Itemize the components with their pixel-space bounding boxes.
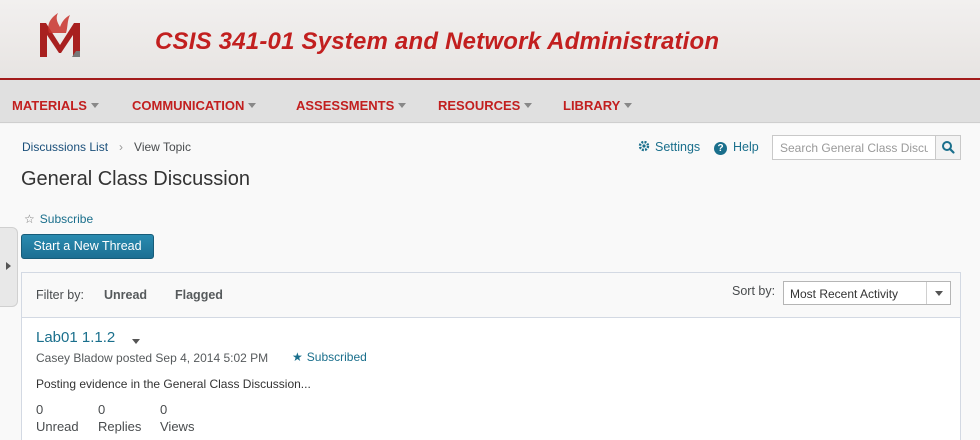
search-icon (942, 141, 955, 154)
nav-resources[interactable]: RESOURCES (438, 98, 533, 113)
chevron-down-icon (524, 103, 533, 108)
subscribe-link[interactable]: ☆ Subscribe (24, 212, 93, 226)
sort-value: Most Recent Activity (790, 287, 899, 301)
star-outline-icon: ☆ (24, 212, 35, 226)
help-icon: ? (714, 142, 727, 155)
subscribed-label: Subscribed (306, 350, 367, 364)
nav-assessments-label: ASSESSMENTS (296, 98, 395, 113)
search-input[interactable] (772, 135, 936, 160)
nav-communication[interactable]: COMMUNICATION (132, 98, 257, 113)
course-title: CSIS 341-01 System and Network Administr… (155, 28, 720, 55)
chevron-down-icon (90, 103, 99, 108)
stat-views: 0 Views (160, 401, 194, 435)
header-banner: CSIS 341-01 System and Network Administr… (0, 0, 980, 80)
nav-communication-label: COMMUNICATION (132, 98, 245, 113)
stat-views-value: 0 (160, 402, 168, 417)
thread-menu-chevron-down-icon[interactable] (132, 339, 140, 344)
stat-views-label: Views (160, 419, 195, 434)
chevron-down-icon (398, 103, 407, 108)
chevron-right-icon: › (119, 140, 124, 154)
nav-library-label: LIBRARY (563, 98, 621, 113)
subscribed-indicator[interactable]: ★ Subscribed (292, 350, 367, 364)
chevron-right-icon (6, 262, 11, 270)
nav-resources-label: RESOURCES (438, 98, 521, 113)
search-button[interactable] (935, 135, 961, 160)
sort-label: Sort by: (732, 284, 776, 298)
threads-panel: Filter by: Unread Flagged Sort by: Most … (21, 272, 961, 440)
filter-unread[interactable]: Unread (104, 288, 147, 302)
star-filled-icon: ★ (292, 350, 303, 364)
course-navbar: MATERIALS COMMUNICATION ASSESSMENTS RESO… (0, 80, 980, 123)
nav-materials[interactable]: MATERIALS (12, 98, 99, 113)
side-panel-toggle[interactable] (0, 227, 18, 307)
subscribe-label: Subscribe (39, 212, 94, 226)
stat-replies-value: 0 (98, 402, 106, 417)
stat-unread: 0 Unread (36, 401, 79, 435)
chevron-down-icon (624, 103, 633, 108)
help-label: Help (733, 140, 759, 154)
settings-link[interactable]: Settings (638, 140, 700, 154)
chevron-down-icon (926, 282, 950, 304)
start-new-thread-button[interactable]: Start a New Thread (21, 234, 154, 259)
thread-title-link[interactable]: Lab01 1.1.2 (36, 329, 115, 346)
nav-library[interactable]: LIBRARY (563, 98, 633, 113)
settings-label: Settings (655, 140, 701, 154)
help-link[interactable]: ? Help (714, 140, 759, 155)
filter-flagged[interactable]: Flagged (175, 288, 223, 302)
stat-unread-label: Unread (36, 419, 79, 434)
breadcrumb: Discussions List › View Topic (22, 140, 191, 154)
breadcrumb-discussions-list[interactable]: Discussions List (22, 140, 108, 154)
nav-materials-label: MATERIALS (12, 98, 87, 113)
stat-replies: 0 Replies (98, 401, 141, 435)
page-title: General Class Discussion (21, 168, 250, 190)
nav-assessments[interactable]: ASSESSMENTS (296, 98, 407, 113)
gear-icon (638, 140, 650, 154)
stat-replies-label: Replies (98, 419, 142, 434)
thread-meta: Casey Bladow posted Sep 4, 2014 5:02 PM (36, 351, 269, 365)
filter-bar: Filter by: Unread Flagged Sort by: Most … (22, 273, 960, 318)
filter-label: Filter by: (36, 288, 84, 302)
main-content: Discussions List › View Topic General Clas… (0, 124, 980, 440)
breadcrumb-current: View Topic (134, 140, 191, 154)
thread-excerpt: Posting evidence in the General Class Di… (36, 377, 311, 391)
chevron-down-icon (248, 103, 257, 108)
stat-unread-value: 0 (36, 402, 44, 417)
university-logo[interactable] (36, 11, 86, 59)
sort-select[interactable]: Most Recent Activity (783, 281, 951, 305)
